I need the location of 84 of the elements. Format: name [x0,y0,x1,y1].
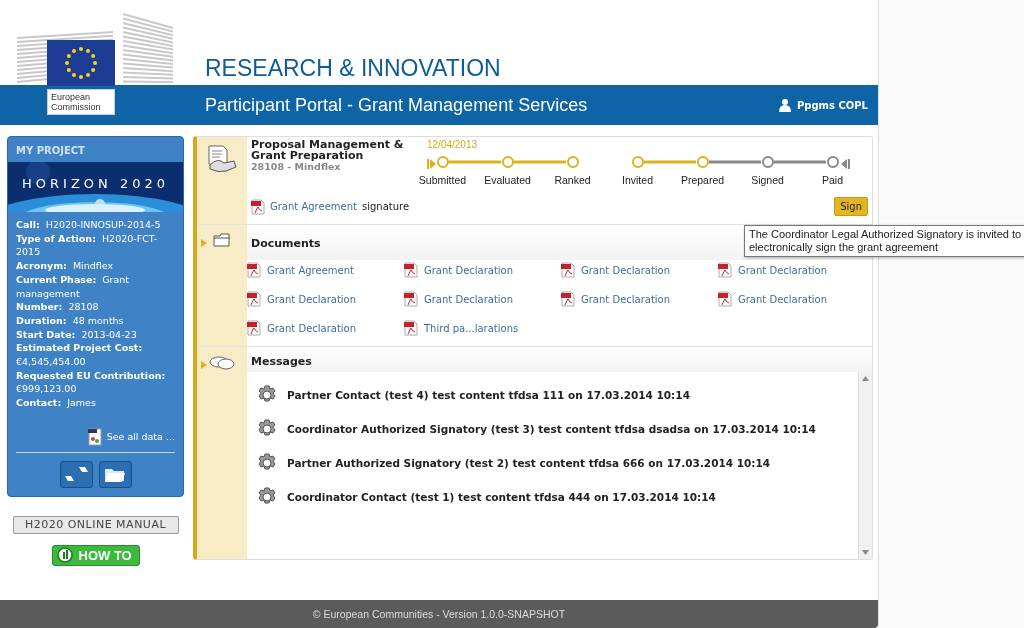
start-marker-icon [427,159,437,169]
tool-button[interactable] [59,460,93,488]
handshake-document-icon [206,145,238,175]
gear-icon [257,385,277,405]
project-field: Contact: James [16,396,175,410]
project-field: Estimated Project Cost: €4,545,454.00 [16,341,175,369]
step-label: Paid [822,174,843,186]
process-subtitle: 28108 - Mindflex [251,161,342,172]
document-icon [87,427,102,446]
step-label: Submitted [418,174,467,186]
step-label: Invited [622,174,653,186]
footer-text: © European Communities - Version 1.0.0-SNAPSHOT [312,608,566,620]
action-text: signature [361,201,410,212]
pdf-icon [247,262,261,278]
portal-title: Participant Portal - Grant Management Services [205,94,589,116]
pdf-icon [404,291,418,307]
timeline-date: 12/04/2013 [427,139,478,150]
logo-caption: European Commission [47,89,115,115]
scrollbar[interactable] [858,372,872,559]
document-link[interactable]: Grant Agreement [270,201,357,212]
pdf-icon [718,291,732,307]
message-item[interactable]: Partner Contact (test 4) test content tfdsa 111 on 17.03.2014 10:14 [287,389,690,401]
see-all-link[interactable]: See all data ... [8,415,183,452]
expand-arrow-icon[interactable] [201,239,207,247]
project-field: Type of Action: H2020-FCT-2015 [16,231,175,260]
gear-icon [257,419,277,439]
document-link[interactable]: Grant Declaration [267,322,357,334]
step-label: Prepared [680,174,725,186]
timeline-line [709,160,761,164]
project-field: Duration: 48 months [16,313,175,328]
project-field: Call: H2020-INNOSUP-2014-5 [16,218,175,232]
process-title: Proposal Management & Grant Preparation [251,139,405,161]
gear-icon [257,487,277,507]
pdf-icon [404,262,418,278]
logo-icon [56,547,73,564]
document-link[interactable]: Third pa...larations [424,322,519,334]
expand-arrow-icon[interactable] [201,361,207,369]
chat-bubbles-icon [209,355,235,371]
document-link[interactable]: Grant Declaration [581,264,671,276]
gear-icon [257,453,277,473]
step-label: Evaluated [484,174,531,186]
user-icon [778,98,791,112]
site-title: RESEARCH & INNOVATION [205,55,501,82]
step-label: Ranked [554,174,591,186]
pdf-icon [561,262,575,278]
project-field: Requested EU Contribution: €999,123.00 [16,368,175,397]
project-field: Number: 28108 [16,300,175,314]
folder-icon [213,233,231,247]
pdf-icon [561,291,575,307]
project-field: Current Phase: Grant management [16,272,175,301]
sign-button[interactable]: Sign [834,197,868,216]
tool-button[interactable] [98,460,132,488]
eu-flag-icon [47,40,115,86]
timeline-line [644,160,696,164]
panel-title: MY PROJECT [15,144,86,158]
pdf-icon [247,320,261,336]
pdf-icon [718,262,732,278]
message-item[interactable]: Coordinator Authorized Signatory (test 3) test content tfdsa dsadsa on 17.03.2014 10:14 [287,423,816,435]
manual-button[interactable]: H2020 ONLINE MANUAL [12,515,179,534]
pdf-icon [247,291,261,307]
pdf-icon [251,198,265,215]
document-link[interactable]: Grant Agreement [267,264,354,276]
timeline-line [514,160,566,164]
folder-icon [104,466,126,483]
message-item[interactable]: Coordinator Contact (test 1) test content tfdsa 444 on 17.03.2014 10:14 [287,491,716,503]
scroll-down-icon [862,550,869,555]
project-field: Start Date: 2013-04-23 [16,327,175,342]
document-link[interactable]: Grant Declaration [738,293,828,305]
timeline-line [449,160,501,164]
document-link[interactable]: Grant Declaration [424,264,514,276]
tooltip: The Coordinator Legal Authorized Signatory is invited to electronically sign the grant agreement [744,225,1024,257]
end-marker-icon [840,159,850,169]
timeline-line [774,160,826,164]
banner-title: HORIZON 2020 [21,176,170,191]
step-label: Signed [751,174,784,186]
document-link[interactable]: Grant Declaration [738,264,828,276]
message-item[interactable]: Partner Authorized Signatory (test 2) test content tfdsa 666 on 17.03.2014 10:14 [287,457,771,469]
scroll-up-icon [862,376,869,381]
document-link[interactable]: Grant Declaration [424,293,514,305]
document-link[interactable]: Grant Declaration [267,293,357,305]
document-link[interactable]: Grant Declaration [581,293,671,305]
pdf-icon [404,320,418,336]
project-field: Acronym: Mindflex [16,259,175,273]
user-name[interactable]: Ppgms COPL [796,99,868,111]
